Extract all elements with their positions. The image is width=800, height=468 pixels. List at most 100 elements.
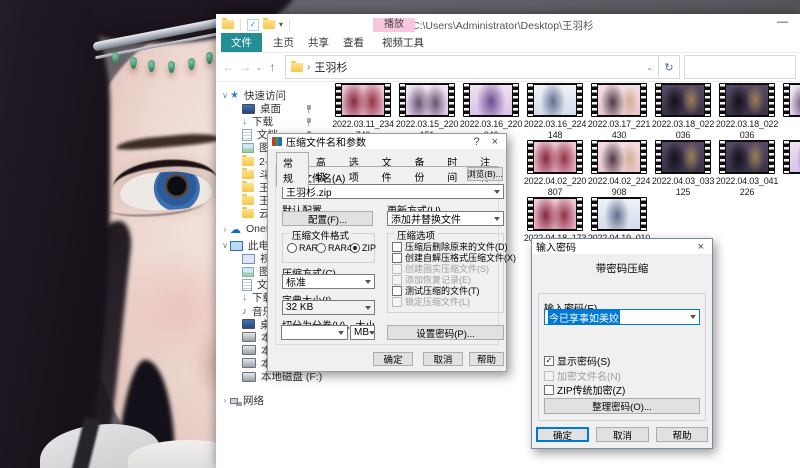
profiles-button[interactable]: 配置(F)... [282, 211, 373, 226]
tab-home[interactable]: 主页 [266, 33, 301, 52]
file-item[interactable]: 2022.03.16_220046 [459, 83, 523, 140]
window-title-path: C:\Users\Administrator\Desktop\王羽杉 [412, 18, 593, 33]
sidebar-section-network[interactable]: › 网络 [216, 394, 326, 407]
checkbox-icon: ✓ [392, 297, 402, 307]
download-icon: ↓ [242, 116, 247, 127]
combo-chevron-icon[interactable] [369, 331, 375, 335]
combo-chevron-icon[interactable] [494, 190, 500, 194]
desktop-icon [242, 319, 255, 329]
folder-icon[interactable] [222, 20, 234, 29]
file-item[interactable]: 2022 [779, 83, 800, 130]
breadcrumb-folder[interactable]: 王羽杉 [314, 59, 347, 75]
checkbox-icon: ✓ [544, 371, 554, 381]
checkbox-show-password[interactable]: ✓ 显示密码(S) [544, 353, 610, 368]
checkbox-icon: ✓ [392, 242, 402, 252]
cancel-button[interactable]: 取消 [596, 427, 649, 442]
archive-name-params-dialog: 压缩文件名和参数 ? × 常规 高级 选项 文件 备份 时间 注释 压缩文件名(… [267, 133, 507, 372]
tab-file[interactable]: 文件 [221, 33, 262, 52]
chevron-collapsed-icon[interactable]: › [220, 396, 230, 405]
disk-icon [242, 372, 256, 382]
address-bar: ← → ⌄ ↑ › 王羽杉 ⌄ ↻ [216, 53, 800, 82]
radio-icon [316, 243, 326, 253]
file-item[interactable]: 2022.03.18_022036 [651, 83, 715, 140]
set-password-button[interactable]: 设置密码(P)... [387, 325, 504, 340]
radio-selected-icon [350, 243, 360, 253]
radio-rar4[interactable]: RAR4 [316, 243, 352, 253]
split-size-combo[interactable] [281, 325, 348, 340]
chevron-collapsed-icon[interactable]: › [220, 225, 230, 234]
contextual-tab-play[interactable]: 播放 [373, 18, 415, 32]
file-item[interactable]: 2022.04.03_041226 [715, 140, 779, 197]
minimize-button[interactable]: — [771, 16, 794, 28]
sidebar-item-desktop[interactable]: 桌面 [216, 102, 326, 115]
folder-icon [242, 209, 254, 218]
combo-chevron-icon[interactable] [494, 217, 500, 221]
search-box [684, 55, 796, 79]
video-thumbnail [591, 140, 647, 174]
refresh-icon[interactable]: ↻ [659, 55, 680, 79]
breadcrumb[interactable]: › 王羽杉 ⌄ [285, 55, 659, 79]
file-item[interactable]: 2022.03.16_224148 [523, 83, 587, 140]
tab-video-tools[interactable]: 视频工具 [375, 33, 431, 52]
password-input[interactable]: 今已享事如美姣 [544, 309, 700, 325]
checkbox-zip-legacy-encryption[interactable]: ✓ ZIP传统加密(Z) [544, 382, 625, 397]
crumb-separator-icon: › [307, 62, 310, 73]
quick-access-toolbar: ✓ ▾ [222, 19, 292, 31]
search-input[interactable] [685, 56, 795, 78]
ok-button[interactable]: 确定 [536, 427, 589, 442]
radio-zip[interactable]: ZIP [350, 243, 376, 253]
archive-name-combo[interactable]: 王羽杉.zip [282, 184, 504, 199]
cancel-button[interactable]: 取消 [423, 352, 463, 366]
combo-chevron-icon[interactable] [338, 331, 344, 335]
split-unit-combo[interactable]: MB [350, 325, 375, 340]
chevron-expanded-icon[interactable]: ∨ [220, 91, 230, 100]
radio-icon [287, 243, 297, 253]
combo-chevron-icon[interactable] [365, 306, 371, 310]
file-item[interactable]: 2022.04.02_220807 [523, 140, 587, 197]
up-icon[interactable]: ↑ [264, 60, 281, 74]
file-item[interactable]: 2022.03.11_234740 [331, 83, 395, 140]
forward-icon[interactable]: → [237, 60, 254, 74]
radio-rar[interactable]: RAR [287, 243, 318, 253]
file-item[interactable]: 2022.04.03_033125 [651, 140, 715, 197]
tab-view[interactable]: 查看 [336, 33, 371, 52]
file-item[interactable]: 2022.04.02_224908 [587, 140, 651, 197]
video-thumbnail [591, 83, 647, 117]
file-item[interactable]: 2022 [779, 140, 800, 187]
pictures-icon [242, 267, 254, 277]
video-thumbnail [527, 140, 583, 174]
update-mode-combo[interactable]: 添加并替换文件 [387, 211, 504, 226]
video-thumbnail [463, 83, 519, 117]
browse-button[interactable]: 浏览(B)... [467, 167, 503, 181]
compression-method-combo[interactable]: 标准 [282, 274, 375, 289]
tab-general[interactable]: 常规 [276, 152, 309, 187]
folder-icon[interactable] [263, 20, 275, 29]
combo-chevron-icon[interactable] [690, 315, 696, 319]
file-item[interactable]: 2022.03.18_022036 [715, 83, 779, 140]
help-icon[interactable]: ? [469, 135, 483, 149]
folder-icon [242, 183, 254, 192]
back-icon[interactable]: ← [220, 60, 237, 74]
help-button[interactable]: 帮助 [469, 352, 504, 366]
dialog-title: 输入密码 [536, 239, 576, 254]
organize-passwords-button[interactable]: 整理密码(O)... [544, 398, 700, 414]
file-item[interactable]: 2022.03.15_220151 [395, 83, 459, 140]
close-icon[interactable]: × [488, 135, 502, 149]
file-item[interactable]: 2022.03.17_221430 [587, 83, 651, 140]
chevron-expanded-icon[interactable]: ∨ [220, 241, 230, 250]
sidebar-item-downloads[interactable]: ↓ 下载 [216, 115, 326, 128]
document-icon [242, 279, 252, 291]
checkmark-icon[interactable]: ✓ [247, 19, 259, 31]
help-button[interactable]: 帮助 [656, 427, 708, 442]
history-chevron-icon[interactable]: ⌄ [254, 63, 264, 72]
dictionary-size-combo[interactable]: 32 KB [282, 300, 375, 315]
video-thumbnail [399, 83, 455, 117]
address-chevron-icon[interactable]: ⌄ [646, 63, 653, 72]
tab-share[interactable]: 共享 [301, 33, 336, 52]
ok-button[interactable]: 确定 [373, 352, 413, 366]
sidebar-section-quick-access[interactable]: ∨ ★ 快速访问 [216, 89, 326, 102]
qat-chevron-icon[interactable]: ▾ [279, 20, 283, 29]
video-thumbnail [527, 83, 583, 117]
close-icon[interactable]: × [694, 240, 708, 254]
combo-chevron-icon[interactable] [365, 280, 371, 284]
